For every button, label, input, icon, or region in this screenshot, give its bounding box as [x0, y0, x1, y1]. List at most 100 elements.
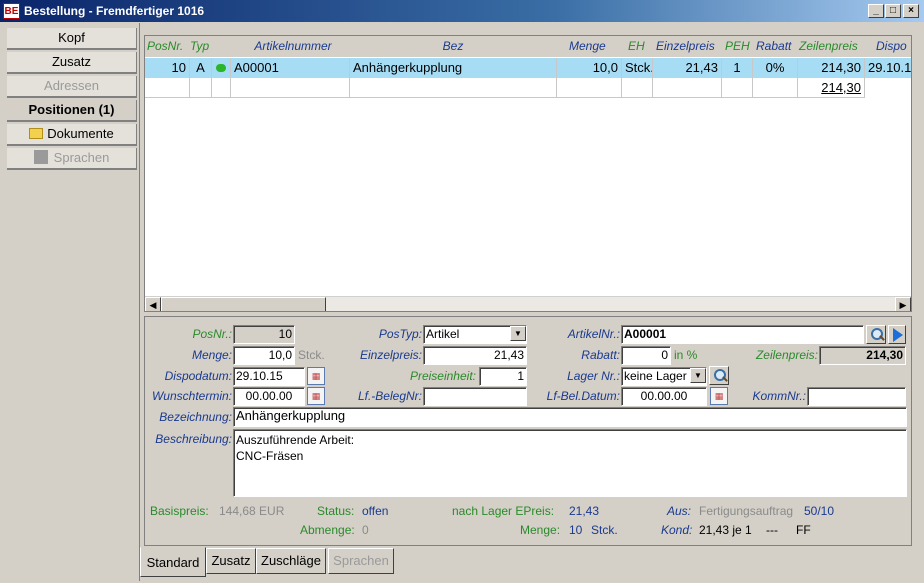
lfbeldatum-field[interactable]: 00.00.00	[621, 387, 707, 406]
window-title: Bestellung - Fremdfertiger 1016	[24, 4, 205, 18]
lager-select[interactable]: keine Lager ▼	[621, 367, 707, 386]
menge-info-label: Menge:	[520, 523, 561, 537]
nav-positionen-button[interactable]: Positionen (1)	[7, 100, 137, 122]
lager-value: keine Lager	[624, 369, 687, 383]
col-header-typ[interactable]: Typ	[190, 39, 209, 53]
search-icon[interactable]	[866, 325, 886, 344]
empty-cell	[145, 78, 190, 98]
scroll-right-icon[interactable]: ▶	[895, 297, 911, 311]
tab-standard[interactable]: Standard	[140, 547, 206, 577]
cell-total-zeilenpreis: 214,30	[798, 78, 865, 98]
rabatt-unit: in %	[674, 348, 698, 362]
nav-label: Sprachen	[53, 150, 110, 165]
cell-menge: 10,0	[557, 58, 622, 78]
cell-typ: A	[190, 58, 212, 78]
cell-dispo: 29.10.1	[868, 60, 911, 75]
calendar-icon[interactable]: ▦	[307, 387, 325, 405]
play-icon[interactable]	[888, 325, 906, 344]
nav-dokumente-button[interactable]: Dokumente	[7, 124, 137, 146]
close-button[interactable]: ×	[903, 4, 919, 18]
col-header-dispo[interactable]: Dispo	[876, 39, 907, 53]
nav-label: Zusatz	[51, 54, 91, 69]
chevron-down-icon[interactable]: ▼	[690, 368, 706, 383]
abmenge-label: Abmenge:	[300, 523, 355, 537]
col-header-bez[interactable]: Bez	[441, 39, 465, 53]
tab-sprachen[interactable]: Sprachen	[328, 548, 394, 574]
folder-icon	[29, 128, 44, 139]
rabatt-field[interactable]: 0	[621, 346, 671, 365]
minimize-button[interactable]: _	[868, 4, 884, 18]
postyp-select[interactable]: Artikel ▼	[423, 325, 527, 344]
col-header-rabatt[interactable]: Rabatt	[756, 39, 791, 53]
search-icon[interactable]	[709, 366, 729, 385]
posnr-field[interactable]: 10	[233, 325, 295, 344]
scroll-left-icon[interactable]: ◀	[145, 297, 161, 311]
menge-field[interactable]: 10,0	[233, 346, 295, 365]
empty-cell	[350, 78, 557, 98]
nav-kopf-button[interactable]: Kopf	[7, 28, 137, 50]
artikelnr-field[interactable]: A00001	[621, 325, 864, 344]
wunschtermin-field[interactable]: 00.00.00	[233, 387, 305, 406]
rabatt-label: Rabatt:	[581, 348, 620, 362]
beschreibung-line: CNC-Fräsen	[236, 449, 304, 463]
postyp-label: PosTyp:	[378, 327, 422, 341]
aus-ref: 50/10	[804, 504, 835, 518]
nav-adressen-button[interactable]: Adressen	[7, 76, 137, 98]
nav-sprachen-button[interactable]: Sprachen	[7, 148, 137, 170]
calendar-icon[interactable]: ▦	[710, 387, 728, 405]
nav-label: Dokumente	[47, 126, 114, 141]
cell-bez: Anhängerkupplung	[350, 58, 557, 78]
cell-zeilenpreis: 214,30	[798, 58, 865, 78]
bezeichnung-field[interactable]: Anhängerkupplung	[233, 407, 907, 427]
empty-cell	[622, 78, 653, 98]
tab-zusatz[interactable]: Zusatz	[206, 548, 256, 574]
einzelpreis-label: Einzelpreis:	[359, 348, 422, 362]
einzelpreis-field[interactable]: 21,43	[423, 346, 527, 365]
status-label: Status:	[317, 504, 355, 518]
col-header-menge[interactable]: Menge	[569, 39, 606, 53]
nav-zusatz-button[interactable]: Zusatz	[7, 52, 137, 74]
app-icon: BE	[3, 3, 20, 19]
maximize-button[interactable]: □	[885, 4, 901, 18]
empty-cell	[753, 78, 798, 98]
tab-zuschlaege[interactable]: Zuschläge	[256, 548, 326, 574]
col-header-artikelnummer[interactable]: Artikelnummer	[249, 39, 337, 53]
col-header-zeilenpreis[interactable]: Zeilenpreis	[799, 39, 858, 53]
empty-cell	[722, 78, 753, 98]
kond-ff: FF	[796, 523, 811, 537]
kommnr-field[interactable]	[807, 387, 906, 406]
lfbelegnr-field[interactable]	[423, 387, 527, 406]
empty-cell	[557, 78, 622, 98]
col-header-eh[interactable]: EH	[628, 39, 645, 53]
title-bar: BE Bestellung - Fremdfertiger 1016 _ □ ×	[0, 0, 924, 22]
preiseinheit-label: Preiseinheit:	[409, 369, 476, 383]
nav-label: Kopf	[58, 30, 85, 45]
lager-label: Lager Nr.:	[567, 369, 620, 383]
nach-lager-label: nach Lager EPreis:	[452, 504, 555, 518]
beschreibung-textarea[interactable]: Auszuführende Arbeit: CNC-Fräsen	[233, 429, 907, 497]
col-header-peh[interactable]: PEH	[725, 39, 750, 53]
cell-rabatt: 0%	[753, 58, 798, 78]
preiseinheit-field[interactable]: 1	[479, 367, 527, 386]
zeilenpreis-field: 214,30	[819, 346, 906, 365]
scroll-thumb[interactable]	[161, 297, 326, 311]
beschreibung-line: Auszuführende Arbeit:	[236, 433, 355, 447]
grid-header: PosNr. Typ Artikelnummer Bez Menge EH Ei…	[145, 36, 911, 57]
cell-artikelnummer: A00001	[231, 58, 350, 78]
nach-lager-value: 21,43	[569, 504, 600, 518]
zeilenpreis-label: Zeilenpreis:	[755, 348, 818, 362]
empty-cell	[212, 78, 231, 98]
chevron-down-icon[interactable]: ▼	[510, 326, 526, 341]
dispodatum-label: Dispodatum:	[164, 369, 232, 383]
col-header-posnr[interactable]: PosNr.	[147, 39, 183, 53]
col-header-einzelpreis[interactable]: Einzelpreis	[656, 39, 715, 53]
calendar-icon[interactable]: ▦	[307, 367, 325, 385]
menge-unit: Stck.	[298, 348, 325, 362]
posnr-label: PosNr.:	[192, 327, 232, 341]
kond-dash: ---	[766, 523, 778, 537]
table-row[interactable]: 10 A A00001 Anhängerkupplung 10,0 Stck. …	[145, 58, 911, 78]
horizontal-scrollbar[interactable]: ◀ ▶	[145, 296, 911, 311]
empty-cell	[190, 78, 212, 98]
empty-cell	[653, 78, 722, 98]
dispodatum-field[interactable]: 29.10.15	[233, 367, 305, 386]
